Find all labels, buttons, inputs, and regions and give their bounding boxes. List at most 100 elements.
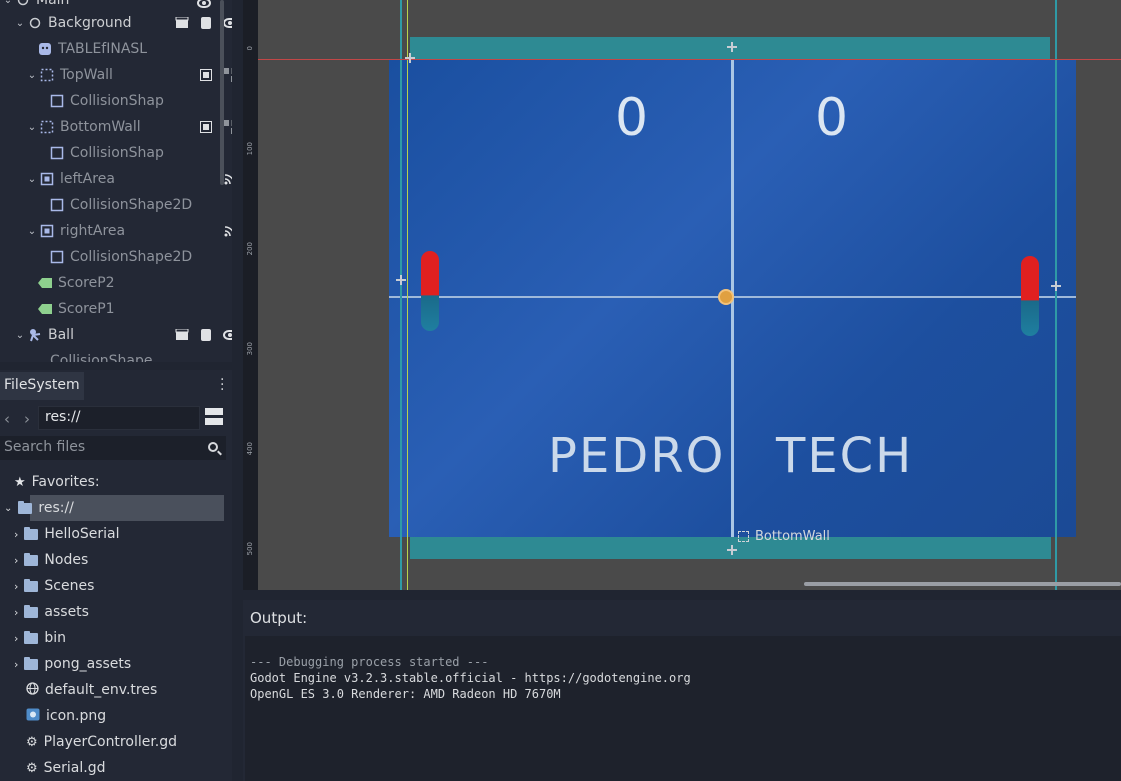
chevron-right-icon[interactable]: › [14, 580, 18, 593]
signal-icon[interactable] [222, 223, 232, 239]
tree-row-background[interactable]: ⌄ Background [14, 10, 232, 36]
ruler-tick: 100 [246, 142, 254, 156]
selected-node-tag: BottomWall [738, 529, 830, 544]
chevron-right-icon[interactable]: › [14, 554, 18, 567]
scene-tree-scrollbar[interactable] [220, 0, 224, 185]
score-p2-label[interactable]: 0 [815, 88, 849, 148]
guide-line-yellow [407, 0, 408, 590]
chevron-right-icon[interactable]: › [14, 528, 18, 541]
left-paddle[interactable] [421, 251, 439, 331]
tree-row-bottomwall[interactable]: ⌄ BottomWall [26, 114, 232, 140]
split-view-icon[interactable] [205, 408, 223, 426]
tree-label: Main [36, 0, 70, 8]
folder-row[interactable]: › pong_assets [14, 651, 240, 677]
tree-label: CollisionShape [50, 353, 153, 362]
chevron-down-icon[interactable]: ⌄ [26, 173, 38, 185]
chevron-down-icon[interactable]: ⌄ [14, 329, 26, 341]
origin-axis-x [243, 59, 1121, 60]
lock-selection-icon[interactable] [198, 67, 214, 83]
chevron-right-icon[interactable]: › [14, 658, 18, 671]
search-input[interactable]: Search files [0, 436, 226, 460]
tree-row-scorep2[interactable]: ScoreP2 [38, 270, 232, 296]
chevron-right-icon[interactable]: › [14, 632, 18, 645]
tree-row-collisionshape2d[interactable]: CollisionShape2D [50, 244, 232, 270]
score-p1-label[interactable]: 0 [615, 88, 649, 148]
tree-label: Background [48, 15, 132, 31]
lock-selection-icon[interactable] [198, 119, 214, 135]
output-log[interactable]: --- Debugging process started --- Godot … [245, 636, 1121, 781]
chevron-down-icon[interactable]: ⌄ [26, 69, 38, 81]
forward-arrow-icon[interactable]: › [24, 410, 30, 428]
log-line: --- Debugging process started --- [250, 655, 489, 669]
chevron-down-icon[interactable]: ⌄ [14, 17, 26, 29]
collision-shape-icon [50, 250, 64, 264]
script-icon[interactable] [198, 327, 214, 343]
folder-row[interactable]: › bin [14, 625, 240, 651]
tree-row-scorep1[interactable]: ScoreP1 [38, 296, 232, 322]
folder-icon [24, 552, 39, 566]
selected-node-label: BottomWall [755, 529, 830, 544]
chevron-down-icon[interactable]: ⌄ [26, 225, 38, 237]
folder-row[interactable]: › HelloSerial [14, 521, 240, 547]
viewport-scrollbar-horizontal[interactable] [804, 582, 1121, 586]
tree-row-collisionshape[interactable]: CollisionShap [50, 88, 232, 114]
pivot-handle[interactable] [1051, 281, 1061, 291]
pivot-handle[interactable] [405, 53, 415, 63]
chevron-down-icon[interactable]: ⌄ [2, 0, 14, 6]
image-file-icon [26, 708, 40, 725]
ruler-tick: 400 [246, 442, 254, 456]
tree-row-collisionshape[interactable]: CollisionShap [50, 140, 232, 166]
file-row[interactable]: ⚙ PlayerController.gd [26, 729, 252, 755]
folder-label: Nodes [44, 552, 89, 568]
ruler-tick: 500 [246, 542, 254, 556]
tree-row-collisionshape2d[interactable]: CollisionShape2D [50, 192, 232, 218]
favorites-row[interactable]: ★ Favorites: [14, 469, 240, 495]
vertical-ruler: 0 100 200 300 400 500 [243, 0, 258, 590]
tree-row-leftarea[interactable]: ⌄ leftArea [26, 166, 232, 192]
tab-filesystem[interactable]: FileSystem [0, 372, 84, 400]
folder-icon [24, 526, 39, 540]
tree-row-tablefinasl[interactable]: TABLEfINASL [38, 36, 232, 62]
folder-icon [24, 656, 39, 670]
chevron-down-icon[interactable]: ⌄ [4, 503, 12, 514]
gear-icon: ⚙ [26, 734, 38, 750]
chevron-down-icon[interactable]: ⌄ [26, 121, 38, 133]
file-row[interactable]: default_env.tres [26, 677, 252, 703]
folder-row[interactable]: › Nodes [14, 547, 240, 573]
tree-row-ball[interactable]: ⌄ Ball [14, 322, 232, 348]
clapperboard-icon[interactable] [174, 327, 190, 343]
script-icon[interactable] [198, 15, 214, 31]
right-paddle[interactable] [1021, 256, 1039, 336]
menu-dots-icon[interactable]: · · · [220, 373, 224, 397]
area2d-icon [40, 224, 54, 238]
pivot-handle[interactable] [727, 42, 737, 52]
chevron-right-icon[interactable]: › [14, 606, 18, 619]
file-row[interactable]: ⚙ Serial.gd [26, 755, 252, 781]
pivot-handle[interactable] [727, 545, 737, 555]
file-row[interactable]: icon.png [26, 703, 252, 729]
path-input[interactable]: res:// [38, 406, 200, 430]
tree-row-topwall[interactable]: ⌄ TopWall [26, 62, 232, 88]
pivot-handle[interactable] [396, 275, 406, 285]
scene-viewport[interactable]: 0 0 PEDRO TECH BottomWall [243, 0, 1121, 590]
folder-row-res[interactable]: ⌄ res:// [0, 495, 226, 521]
folder-row[interactable]: › assets [14, 599, 240, 625]
favorites-label: Favorites: [31, 474, 100, 490]
tree-row-collisionshape[interactable]: CollisionShape [50, 348, 232, 362]
visibility-eye-icon[interactable] [222, 327, 232, 343]
folder-icon [24, 578, 39, 592]
back-arrow-icon[interactable]: ‹ [4, 410, 10, 428]
tree-label: TABLEfINASL [58, 41, 148, 57]
folder-row[interactable]: › Scenes [14, 573, 240, 599]
brand-text-right: TECH [776, 428, 914, 484]
ruler-tick: 300 [246, 342, 254, 356]
filesystem-panel: FileSystem · · · ‹ › res:// Search files ★… [0, 370, 232, 781]
log-line: Godot Engine v3.2.3.stable.official - ht… [250, 671, 691, 685]
tree-label: rightArea [60, 223, 126, 239]
node-circle-icon [16, 0, 30, 7]
ball-sprite[interactable] [718, 289, 734, 305]
clapperboard-icon[interactable] [174, 15, 190, 31]
file-label: PlayerController.gd [43, 734, 178, 750]
search-icon [208, 442, 218, 452]
tree-row-rightarea[interactable]: ⌄ rightArea [26, 218, 232, 244]
